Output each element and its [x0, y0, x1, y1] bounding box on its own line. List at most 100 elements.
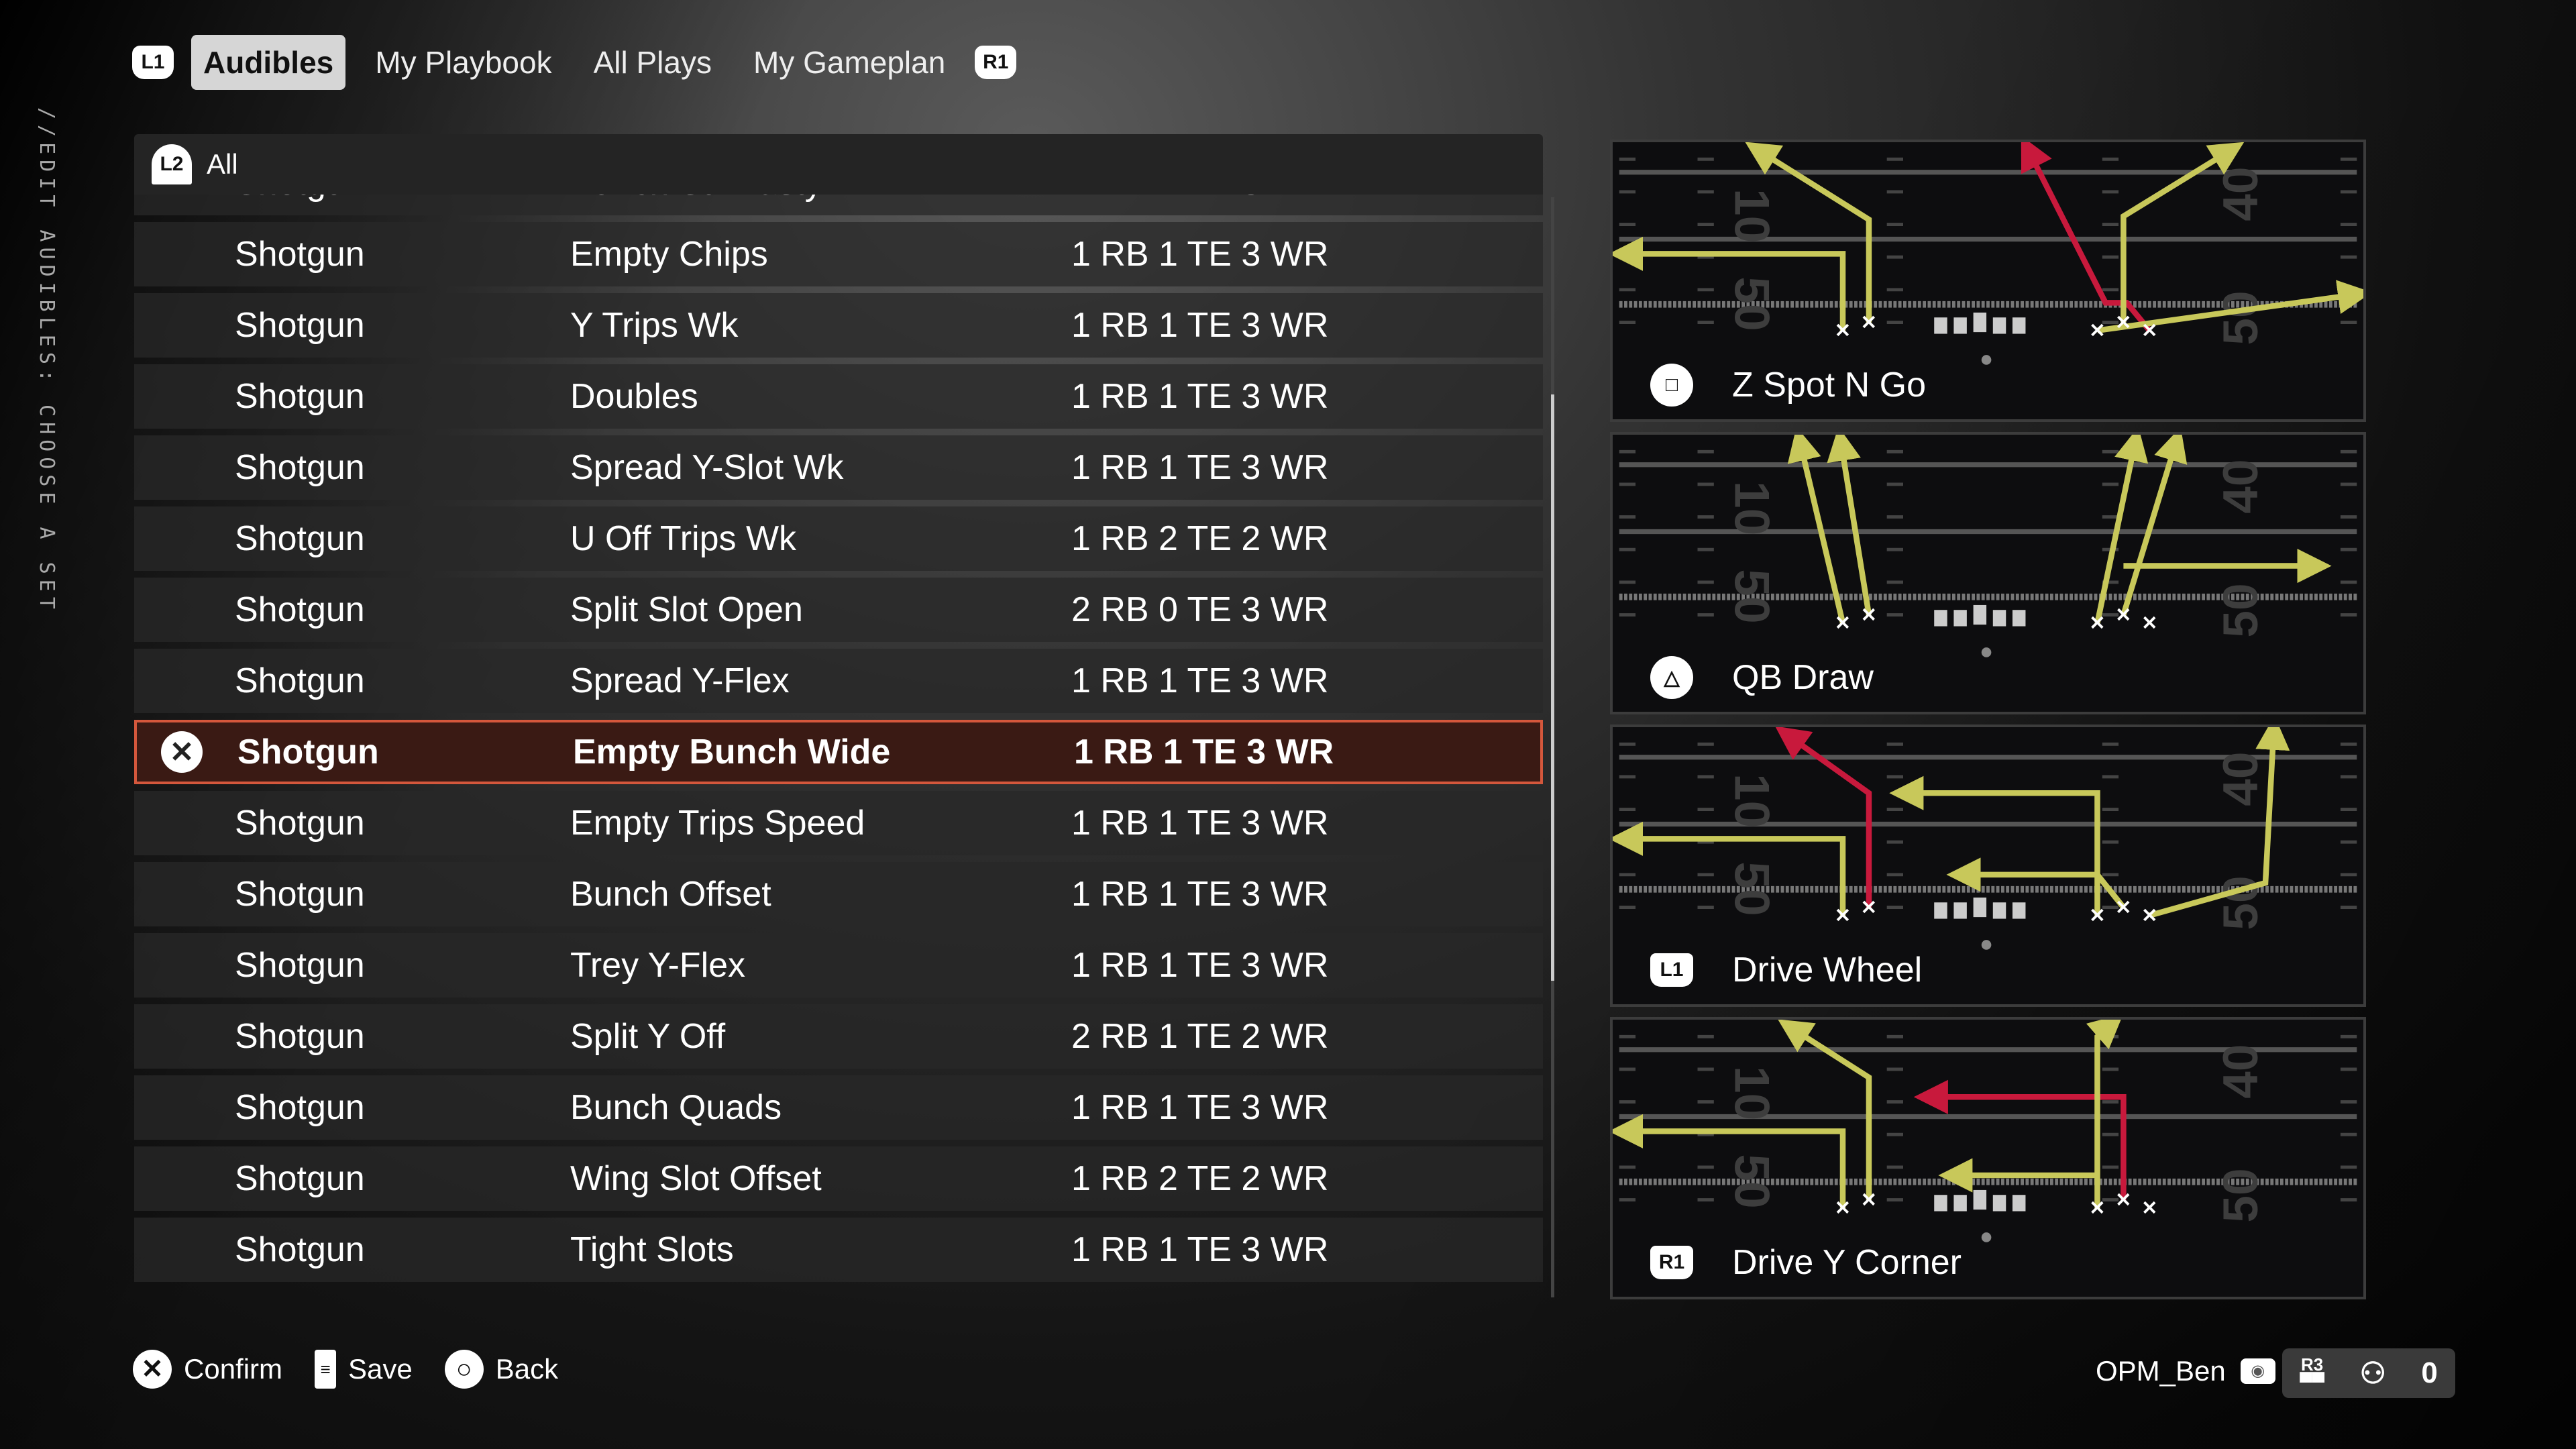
confirm-button[interactable]: ✕ Confirm [133, 1350, 282, 1389]
l1-bumper-icon[interactable]: L1 [132, 46, 174, 79]
username: OPM_Ben [2096, 1355, 2226, 1387]
play-row[interactable]: Shotgun Spread Y-Slot Wk 1 RB 1 TE 3 WR [134, 435, 1543, 500]
confirm-label: Confirm [184, 1353, 283, 1385]
field-number: 10 [1724, 1066, 1778, 1120]
play-row[interactable]: Shotgun Tight Slots 1 RB 1 TE 3 WR [134, 1218, 1543, 1282]
l1-icon: L1 [1650, 953, 1693, 987]
formation: Shotgun [235, 235, 365, 274]
tab-all-plays[interactable]: All Plays [582, 35, 724, 90]
audible-title: Drive Wheel [1732, 951, 1923, 989]
personnel: 1 RB 1 TE 3 WR [1071, 661, 1329, 700]
lineman [2012, 317, 2026, 334]
audible-card[interactable]: 10 50 40 50 ✕ ✕ ✕ ✕ ✕ △ QB Draw [1610, 432, 2366, 714]
tab-my-gameplan[interactable]: My Gameplan [741, 35, 957, 90]
formation: Shotgun [235, 306, 365, 345]
field-number: 50 [1724, 1154, 1778, 1208]
play-diagram: 10504050✕ ✕ ✕ ✕ ✕ [1613, 142, 2363, 365]
formation: Shotgun [235, 946, 365, 985]
field-number: 10 [1724, 773, 1778, 828]
field-number: 40 [2214, 167, 2268, 221]
play-name: Spread Y-Slot Wk [570, 448, 844, 487]
r1-bumper-icon[interactable]: R1 [975, 46, 1017, 79]
play-row[interactable]: Shotgun Split Slot Open 2 RB 0 TE 3 WR [134, 578, 1543, 642]
scrollbar[interactable] [1551, 197, 1554, 1297]
audible-card[interactable]: 10 50 40 50 ✕ ✕ ✕ ✕ ✕ R1 Drive Y Corner [1610, 1017, 2366, 1299]
play-row[interactable]: Shotgun Wing Slot Offset 1 RB 2 TE 2 WR [134, 1146, 1543, 1211]
tab-audibles[interactable]: Audibles [191, 35, 346, 90]
play-name: Tight Slots [570, 1230, 734, 1269]
play-row[interactable]: Shotgun Bunch Quads 1 RB 1 TE 3 WR [134, 1075, 1543, 1140]
formation: Shotgun [235, 1017, 365, 1056]
receiver-x: ✕ [2089, 905, 2105, 926]
receiver-x: ✕ [1835, 905, 1851, 926]
field-number: 50 [1724, 276, 1778, 331]
receiver-x: ✕ [2115, 897, 2131, 918]
play-row[interactable]: Shotgun U Off Trips Wk 1 RB 2 TE 2 WR [134, 506, 1543, 571]
personnel: 1 RB 1 TE 3 WR [1071, 946, 1329, 985]
play-row[interactable]: Shotgun Split Y Off 2 RB 1 TE 2 WR [134, 1004, 1543, 1069]
formation: Shotgun [235, 804, 365, 843]
receiver-x: ✕ [1861, 312, 1877, 333]
lineman [1973, 1189, 1987, 1210]
personnel: 1 RB 1 TE 3 WR [1071, 306, 1329, 345]
play-name: Bunch Offset [570, 875, 771, 914]
filter-bar[interactable]: L2 All [134, 134, 1543, 195]
cross-icon: ✕ [161, 731, 203, 773]
camera-icon: ◉ [2240, 1358, 2275, 1384]
formation: Shotgun [235, 519, 365, 558]
play-row[interactable]: Shotgun Spread Y-Flex 1 RB 1 TE 3 WR [134, 649, 1543, 713]
play-name: Y Trips Wk [570, 306, 739, 345]
play-row[interactable]: Shotgun Empty Trips Speed 1 RB 1 TE 3 WR [134, 791, 1543, 855]
lineman [1992, 610, 2006, 627]
play-diagram: 10504050✕ ✕ ✕ ✕ ✕ [1613, 727, 2357, 950]
lineman [1973, 897, 1987, 918]
formation: Shotgun [235, 661, 365, 700]
play-row[interactable]: Shotgun Trey Y-Flex 1 RB 1 TE 3 WR [134, 933, 1543, 998]
save-button[interactable]: ≡ Save [315, 1350, 413, 1389]
formation: Shotgun [235, 590, 365, 629]
field-number: 50 [2214, 290, 2268, 345]
personnel: 1 RB 1 TE 3 WR [1074, 733, 1334, 771]
personnel: 1 RB 1 TE 3 WR [1071, 1230, 1329, 1269]
l2-trigger-icon: L2 [152, 144, 192, 184]
save-label: Save [348, 1353, 413, 1385]
party-count: 0 [2421, 1356, 2438, 1389]
personnel: 1 RB 1 TE 3 WR [1071, 235, 1329, 274]
play-row[interactable]: Shotgun Bunch Offset 1 RB 1 TE 3 WR [134, 862, 1543, 926]
play-list-panel: L2 All Shotgun Bunch Str Nasty 1 RB 1 TE… [134, 134, 1543, 1301]
lineman [2012, 610, 2026, 627]
play-row-selected[interactable]: ✕ Shotgun Empty Bunch Wide 1 RB 1 TE 3 WR [134, 720, 1543, 784]
receiver-x: ✕ [2089, 612, 2105, 634]
audible-title: Z Spot N Go [1732, 366, 1926, 405]
lineman [1934, 610, 1947, 627]
quarterback [1981, 647, 1992, 657]
lineman [2012, 1195, 2026, 1212]
square-icon: □ [1650, 364, 1693, 407]
receiver-x: ✕ [1835, 1197, 1851, 1219]
receiver-x: ✕ [1835, 320, 1851, 341]
personnel: 2 RB 0 TE 3 WR [1071, 590, 1329, 629]
back-button[interactable]: ○ Back [444, 1350, 558, 1389]
play-row[interactable]: Shotgun Empty Chips 1 RB 1 TE 3 WR [134, 222, 1543, 286]
field-number: 10 [1724, 189, 1778, 243]
formation: Shotgun [235, 1230, 365, 1269]
lineman [1992, 1195, 2006, 1212]
scrollbar-thumb[interactable] [1551, 394, 1554, 981]
audible-card[interactable]: 10 50 40 50 ✕ ✕ ✕ ✕ ✕ L1 Drive Wheel [1610, 724, 2366, 1007]
audible-title: Drive Y Corner [1732, 1243, 1962, 1282]
formation: Shotgun [235, 1159, 365, 1198]
audible-card[interactable]: 10 50 40 50 ✕ ✕ ✕ ✕ ✕ □ Z Spot N Go [1610, 140, 2366, 422]
play-list: Shotgun Bunch Str Nasty 1 RB 1 TE 3 WRSh… [134, 151, 1543, 1282]
cross-icon: ✕ [133, 1350, 172, 1389]
play-row[interactable]: Shotgun Y Trips Wk 1 RB 1 TE 3 WR [134, 293, 1543, 358]
receiver-x: ✕ [2141, 320, 2157, 341]
personnel: 1 RB 2 TE 2 WR [1071, 519, 1329, 558]
quarterback [1981, 355, 1992, 365]
formation: Shotgun [237, 733, 379, 771]
play-row[interactable]: Shotgun Doubles 1 RB 1 TE 3 WR [134, 364, 1543, 429]
play-name: Split Y Off [570, 1017, 726, 1056]
personnel: 1 RB 1 TE 3 WR [1071, 804, 1329, 843]
tab-my-playbook[interactable]: My Playbook [363, 35, 564, 90]
r1-icon: R1 [1650, 1246, 1693, 1279]
party-widget[interactable]: R3 ▀▀ ⚇ 0 [2282, 1348, 2455, 1398]
